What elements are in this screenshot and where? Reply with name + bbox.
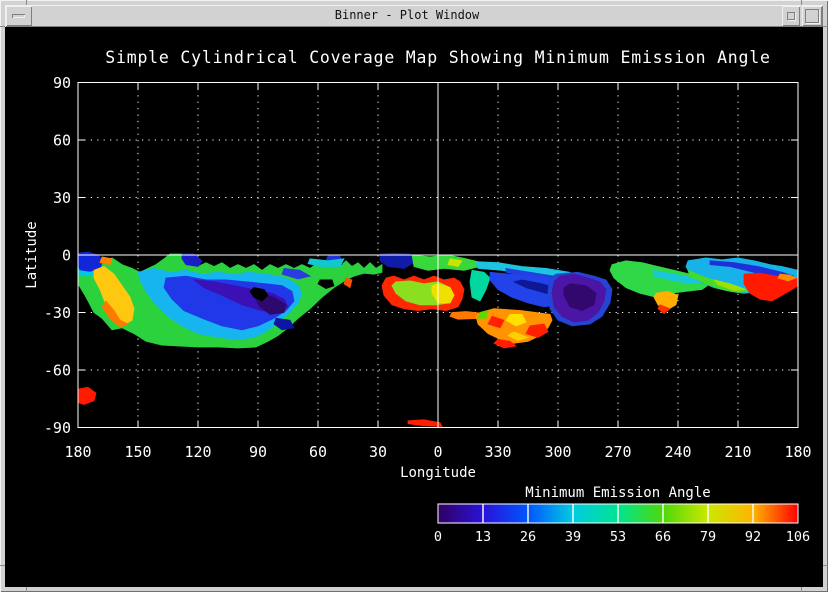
colorbar-title: Minimum Emission Angle: [525, 485, 710, 501]
colorbar-tick-label: 106: [786, 529, 810, 545]
x-tick-label: 210: [724, 443, 751, 461]
colorbar-segment: [528, 504, 573, 523]
colorbar-tick-label: 26: [520, 529, 536, 545]
window-titlebar[interactable]: Binner - Plot Window: [5, 5, 823, 27]
colorbar-tick-label: 39: [565, 529, 581, 545]
minimize-icon: [787, 12, 795, 20]
window-menu-button[interactable]: [6, 6, 32, 26]
x-tick-label: 270: [604, 443, 631, 461]
y-axis-title: Latitude: [24, 221, 40, 288]
colorbar-segment: [618, 504, 663, 523]
coverage-region: [478, 311, 488, 319]
coverage-region: [344, 278, 352, 288]
resize-notch-right-top[interactable]: [823, 26, 828, 27]
colorbar-tick-label: 53: [610, 529, 626, 545]
colorbar-tick-label: 79: [700, 529, 716, 545]
window-frame[interactable]: Binner - Plot Window Simple Cylindrical …: [0, 0, 828, 592]
resize-notch-bottom-left[interactable]: [26, 587, 27, 592]
y-tick-label: -90: [44, 419, 71, 437]
y-tick-label: 0: [62, 247, 71, 265]
colorbar-tick-label: 13: [475, 529, 491, 545]
minimize-button[interactable]: [782, 6, 800, 26]
x-tick-label: 120: [184, 443, 211, 461]
maximize-icon: [805, 9, 819, 23]
coverage-map-plot: Simple Cylindrical Coverage Map Showing …: [5, 27, 823, 587]
coverage-region: [78, 387, 96, 404]
maximize-button[interactable]: [802, 6, 822, 26]
x-tick-label: 60: [309, 443, 327, 461]
resize-notch-bottom-right[interactable]: [801, 587, 802, 592]
coverage-region: [100, 257, 112, 265]
window-title: Binner - Plot Window: [33, 5, 781, 27]
x-tick-label: 30: [369, 443, 387, 461]
colorbar-segment: [753, 504, 798, 523]
x-axis-title: Longitude: [400, 465, 476, 481]
coverage-region: [470, 270, 490, 301]
colorbar-tick-label: 66: [655, 529, 671, 545]
colorbar-segment: [483, 504, 528, 523]
y-tick-label: -60: [44, 362, 71, 380]
chart-title: Simple Cylindrical Coverage Map Showing …: [105, 48, 771, 67]
x-tick-label: 180: [784, 443, 811, 461]
window-menu-icon: [12, 14, 25, 18]
colorbar-tick-label: 92: [745, 529, 761, 545]
coverage-region: [408, 420, 442, 427]
x-tick-label: 240: [664, 443, 691, 461]
resize-notch-right-bottom[interactable]: [823, 565, 828, 566]
colorbar-tick-label: 0: [434, 529, 442, 545]
y-tick-label: 90: [53, 74, 71, 92]
x-tick-label: 330: [484, 443, 511, 461]
x-tick-label: 150: [124, 443, 151, 461]
coverage-region: [412, 255, 480, 270]
plot-canvas: Simple Cylindrical Coverage Map Showing …: [5, 27, 823, 587]
colorbar-segment: [573, 504, 618, 523]
colorbar-segment: [438, 504, 483, 523]
x-tick-label: 180: [64, 443, 91, 461]
y-tick-label: 60: [53, 132, 71, 150]
colorbar-segment: [708, 504, 753, 523]
x-tick-label: 300: [544, 443, 571, 461]
y-tick-label: 30: [53, 189, 71, 207]
y-tick-label: -30: [44, 304, 71, 322]
x-tick-label: 0: [433, 443, 442, 461]
x-tick-label: 90: [249, 443, 267, 461]
colorbar-segment: [663, 504, 708, 523]
